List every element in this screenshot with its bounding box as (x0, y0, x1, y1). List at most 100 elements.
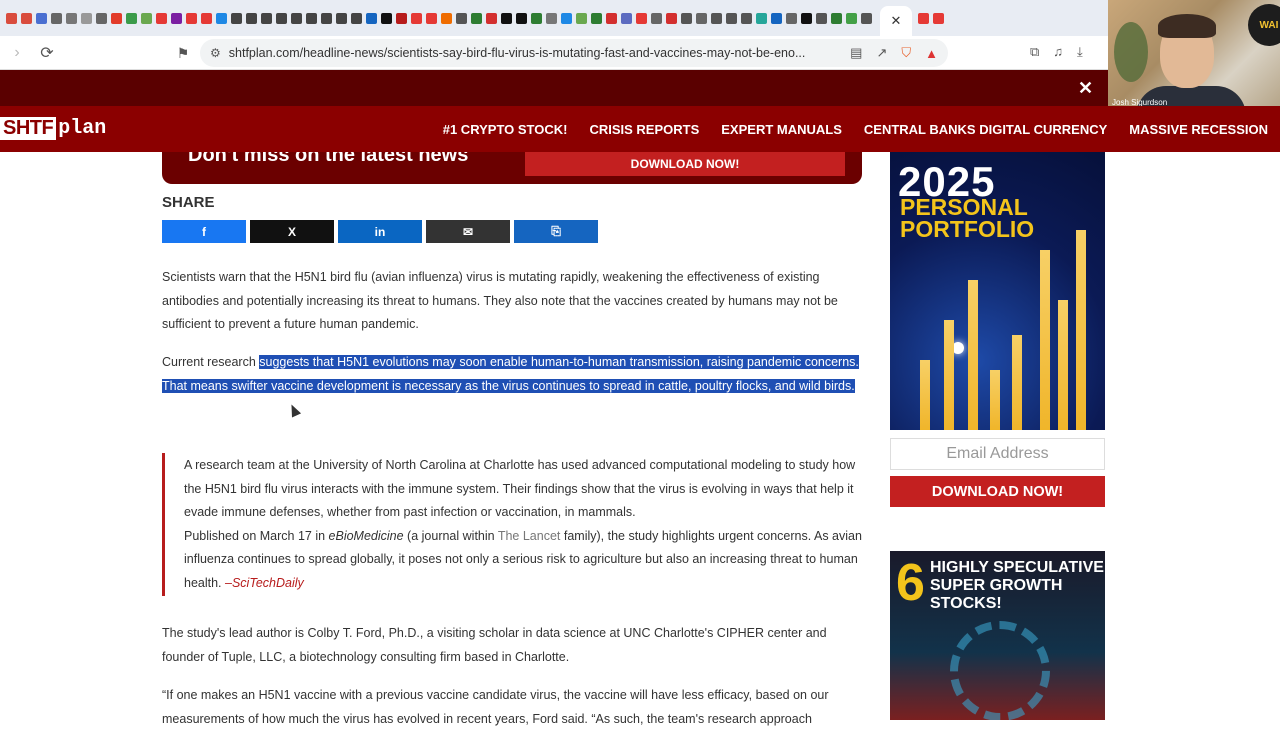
ad-chart-bar (990, 370, 1000, 430)
tab-favicon-icon[interactable] (156, 12, 167, 24)
tab-favicon-icon[interactable] (861, 12, 872, 24)
tab-favicon-icon[interactable] (246, 12, 257, 24)
share-x-button[interactable]: X (250, 220, 334, 243)
tab-favicon-icon[interactable] (456, 12, 467, 24)
tab-favicon-icon[interactable] (66, 12, 77, 24)
tab-favicon-icon[interactable] (636, 12, 647, 24)
tab-favicon-icon[interactable] (171, 12, 182, 24)
site-info-icon[interactable]: ⚙ (210, 46, 221, 60)
share-facebook-button[interactable]: f (162, 220, 246, 243)
tab-favicon-icon[interactable] (201, 12, 212, 24)
tab-favicon-icon[interactable] (321, 12, 332, 24)
tab-favicon-icon[interactable] (336, 12, 347, 24)
tab-favicon-icon[interactable] (666, 12, 677, 24)
forward-icon[interactable]: › (4, 40, 30, 66)
nav-item[interactable]: #1 CRYPTO STOCK! (443, 122, 568, 137)
brave-shield-icon[interactable]: ⛉ (901, 45, 911, 61)
tab-favicon-icon[interactable] (918, 12, 929, 24)
tab-favicon-icon[interactable] (801, 12, 812, 24)
tab-favicon-icon[interactable] (81, 12, 92, 24)
reload-icon[interactable]: ⟳ (34, 40, 60, 66)
tab-favicon-icon[interactable] (816, 12, 827, 24)
tab-favicon-icon[interactable] (516, 12, 527, 24)
banner-download-button[interactable]: DOWNLOAD NOW! (525, 152, 845, 176)
rewards-icon[interactable]: ▲ (925, 46, 938, 61)
lancet-link[interactable]: The Lancet (498, 529, 561, 543)
tab-favicon-icon[interactable] (771, 12, 782, 24)
tab-favicon-icon[interactable] (741, 12, 752, 24)
tab-favicon-icon[interactable] (351, 12, 362, 24)
bookmark-icon[interactable]: ⚑ (170, 40, 196, 66)
tab-favicon-icon[interactable] (831, 12, 842, 24)
close-icon[interactable]: ✕ (1078, 78, 1093, 99)
growth-stocks-ad[interactable]: 6 HIGHLY SPECULATIVE SUPER GROWTH STOCKS… (890, 551, 1105, 720)
tab-favicon-icon[interactable] (681, 12, 692, 24)
source-link[interactable]: –SciTechDaily (225, 576, 304, 590)
download-icon[interactable]: ⤓ (1077, 44, 1083, 60)
nav-item[interactable]: MASSIVE RECESSION (1129, 122, 1268, 137)
tab-favicon-icon[interactable] (141, 12, 152, 24)
extensions-icon[interactable]: ⧉ (1030, 44, 1039, 60)
webcam-hair (1158, 14, 1216, 38)
tab-favicon-icon[interactable] (6, 12, 17, 24)
email-field[interactable]: Email Address (890, 438, 1105, 470)
tab-favicon-icon[interactable] (561, 12, 572, 24)
tab-favicon-icon[interactable] (231, 12, 242, 24)
reader-icon[interactable]: ▤ (850, 45, 862, 61)
tab-favicon-icon[interactable] (696, 12, 707, 24)
tab-favicon-icon[interactable] (96, 12, 107, 24)
tab-favicon-icon[interactable] (606, 12, 617, 24)
tab-favicon-icon[interactable] (486, 12, 497, 24)
tab-favicon-icon[interactable] (426, 12, 437, 24)
browser-toolbar: › ⟳ ⚑ ⚙ shtfplan.com/headline-news/scien… (0, 36, 1280, 70)
portfolio-ad[interactable]: 2025 PERSONAL PORTFOLIO (890, 152, 1105, 430)
tab-favicon-icon[interactable] (396, 12, 407, 24)
tab-favicon-icon[interactable] (756, 12, 767, 24)
tab-favicon-icon[interactable] (933, 12, 944, 24)
tab-favicon-icon[interactable] (276, 12, 287, 24)
nav-item[interactable]: EXPERT MANUALS (721, 122, 842, 137)
email-icon: ✉ (462, 224, 474, 239)
nav-item[interactable]: CENTRAL BANKS DIGITAL CURRENCY (864, 122, 1107, 137)
active-tab[interactable]: ✕ (880, 6, 912, 36)
tab-favicon-icon[interactable] (591, 12, 602, 24)
tab-favicon-icon[interactable] (306, 12, 317, 24)
share-linkedin-button[interactable]: in (338, 220, 422, 243)
tab-favicon-icon[interactable] (36, 12, 47, 24)
tab-favicon-icon[interactable] (261, 12, 272, 24)
tab-favicon-icon[interactable] (711, 12, 722, 24)
tab-favicon-icon[interactable] (846, 12, 857, 24)
tab-favicon-icon[interactable] (441, 12, 452, 24)
tab-favicon-icon[interactable] (546, 12, 557, 24)
tab-favicon-icon[interactable] (366, 12, 377, 24)
tab-favicon-icon[interactable] (786, 12, 797, 24)
tab-favicon-icon[interactable] (576, 12, 587, 24)
tab-favicon-icon[interactable] (501, 12, 512, 24)
media-icon[interactable]: ♫ (1053, 44, 1063, 60)
close-tab-icon[interactable]: ✕ (891, 13, 902, 29)
tab-favicon-icon[interactable] (291, 12, 302, 24)
tab-favicon-icon[interactable] (216, 12, 227, 24)
tab-favicon-icon[interactable] (471, 12, 482, 24)
tab-favicon-icon[interactable] (381, 12, 392, 24)
tab-favicon-icon[interactable] (411, 12, 422, 24)
tab-favicon-icon[interactable] (651, 12, 662, 24)
sidebar-download-button[interactable]: DOWNLOAD NOW! (890, 476, 1105, 507)
share-page-icon[interactable]: ↗ (876, 45, 887, 61)
tab-favicon-icon[interactable] (51, 12, 62, 24)
tab-favicon-icon[interactable] (531, 12, 542, 24)
tab-favicon-icon[interactable] (621, 12, 632, 24)
tab-favicon-icon[interactable] (126, 12, 137, 24)
selected-text[interactable]: suggests that H5N1 evolutions may soon e… (162, 355, 859, 393)
nav-item[interactable]: CRISIS REPORTS (589, 122, 699, 137)
site-logo[interactable]: SHTF plan (0, 117, 106, 140)
share-email-button[interactable]: ✉ (426, 220, 510, 243)
tab-favicon-icon[interactable] (186, 12, 197, 24)
article-paragraph-4: “If one makes an H5N1 vaccine with a pre… (162, 688, 829, 726)
address-bar[interactable]: ⚙ shtfplan.com/headline-news/scientists-… (200, 39, 948, 67)
tab-favicon-icon[interactable] (726, 12, 737, 24)
tab-favicon-icon[interactable] (111, 12, 122, 24)
share-copy-link-button[interactable]: ⎘ (514, 220, 598, 243)
ad-chart-bar (920, 360, 930, 430)
tab-favicon-icon[interactable] (21, 12, 32, 24)
